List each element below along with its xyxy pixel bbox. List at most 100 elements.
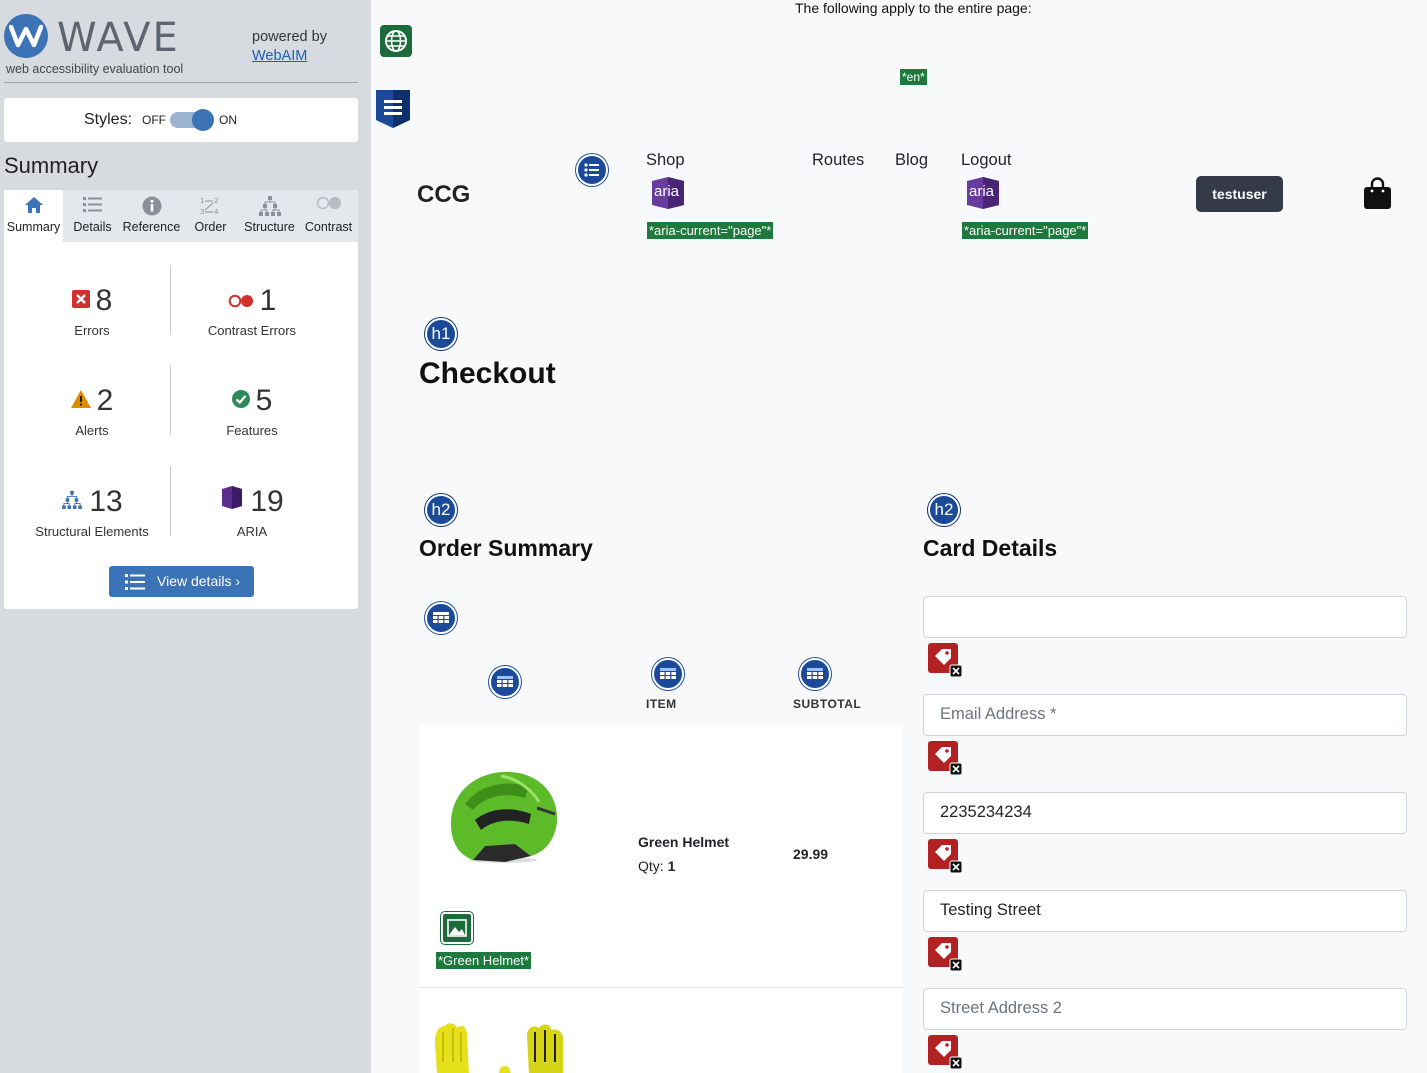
card-details-heading: Card Details <box>923 535 1058 561</box>
qty-label: Qty: <box>638 858 664 874</box>
tab-reference-label: Reference <box>122 220 181 234</box>
list-region-icon[interactable] <box>576 154 608 186</box>
nav-blog[interactable]: Blog <box>895 151 928 170</box>
card-field-1[interactable] <box>923 596 1407 638</box>
svg-text:1: 1 <box>200 197 204 205</box>
order-summary-heading: Order Summary <box>419 535 593 561</box>
missing-label-error-icon[interactable] <box>928 937 962 971</box>
aria-stat[interactable]: 19 ARIA <box>172 485 332 539</box>
shopping-bag-icon[interactable] <box>1364 177 1391 214</box>
webaim-link[interactable]: WebAIM <box>252 48 307 64</box>
styles-off-label: OFF <box>142 113 166 127</box>
missing-label-error-icon[interactable] <box>928 643 962 677</box>
home-icon <box>4 190 63 220</box>
tab-details[interactable]: Details <box>63 190 122 242</box>
contrast-errors-stat[interactable]: 1 Contrast Errors <box>172 284 332 338</box>
info-icon <box>122 190 181 220</box>
structural-count: 13 <box>89 485 123 518</box>
errors-label: Errors <box>74 323 110 339</box>
aria-icon-text: aria <box>969 183 995 200</box>
view-details-button[interactable]: View details › <box>109 566 254 597</box>
email-field[interactable]: Email Address * <box>923 694 1407 736</box>
table-header-icon[interactable] <box>489 666 521 698</box>
page-title: Checkout <box>419 357 556 390</box>
powered-by-text: powered by <box>252 29 327 45</box>
phone-field[interactable]: 2235234234 <box>923 792 1407 834</box>
styles-on-label: ON <box>219 113 237 127</box>
wave-logo-text: WAVE <box>57 15 180 61</box>
tab-contrast[interactable]: Contrast <box>299 190 358 242</box>
column-header-subtotal: SUBTOTAL <box>793 697 862 711</box>
missing-label-error-icon[interactable] <box>928 741 962 775</box>
svg-text:3: 3 <box>200 208 204 216</box>
brand-logo[interactable]: CCG <box>417 181 470 209</box>
structural-stat[interactable]: 13 Structural Elements <box>12 485 172 539</box>
aria-icon[interactable]: aria <box>967 177 999 209</box>
nav-shop[interactable]: Shop <box>646 151 685 170</box>
order-icon: 1 2 3 4 <box>181 190 240 220</box>
features-stat[interactable]: 5 Features <box>172 384 332 438</box>
styles-label: Styles: <box>84 111 133 128</box>
errors-stat[interactable]: 8 Errors <box>12 284 172 338</box>
table-icon[interactable] <box>425 602 457 634</box>
features-label: Features <box>226 423 278 439</box>
structure-icon <box>61 483 83 517</box>
summary-panel: 8 Errors 1 Contrast Errors 2 Alerts 5 Fe… <box>4 242 358 609</box>
tab-contrast-label: Contrast <box>304 220 353 234</box>
tab-details-label: Details <box>73 220 112 234</box>
image-alt-icon[interactable] <box>441 912 473 944</box>
aria-count: 19 <box>250 485 284 518</box>
tab-order-label: Order <box>194 220 227 234</box>
alt-text-label: *Green Helmet* <box>435 951 533 970</box>
row-divider <box>419 987 903 988</box>
alerts-count: 2 <box>96 384 114 417</box>
table-header-icon[interactable] <box>652 658 684 690</box>
product-image-green-helmet[interactable] <box>445 764 561 869</box>
language-icon[interactable] <box>380 25 412 57</box>
contrast-errors-label: Contrast Errors <box>207 323 297 339</box>
aria-icon[interactable]: aria <box>652 177 684 209</box>
order-table: ITEM SUBTOTAL Green Helmet Qty: 1 29.99 … <box>419 598 903 1073</box>
divider <box>4 82 358 83</box>
user-menu-button[interactable]: testuser <box>1196 176 1283 212</box>
product-name: Green Helmet <box>638 834 730 850</box>
nav-routes[interactable]: Routes <box>812 151 864 170</box>
tab-reference[interactable]: Reference <box>122 190 181 242</box>
table-header-icon[interactable] <box>799 658 831 690</box>
error-icon <box>71 282 90 316</box>
navigation-region-icon[interactable] <box>376 90 410 128</box>
contrast-error-icon <box>228 282 254 316</box>
list-icon <box>125 574 145 590</box>
page-apply-note: The following apply to the entire page: <box>795 0 1032 16</box>
h1-badge[interactable]: h1 <box>425 318 457 350</box>
tab-summary-label: Summary <box>6 220 61 234</box>
table-row: Green Helmet Qty: 1 29.99 *Green Helmet* <box>419 724 903 988</box>
column-header-item: ITEM <box>646 697 677 711</box>
aria-current-label: *aria-current="page"* <box>646 221 775 240</box>
h2-badge[interactable]: h2 <box>928 494 960 526</box>
tab-summary[interactable]: Summary <box>4 190 63 242</box>
features-count: 5 <box>255 384 273 417</box>
qty-value: 1 <box>667 858 676 874</box>
missing-label-error-icon[interactable] <box>928 839 962 873</box>
styles-toggle[interactable] <box>170 109 214 131</box>
product-image-yellow-gloves[interactable] <box>433 1022 567 1073</box>
missing-label-error-icon[interactable] <box>928 1035 962 1069</box>
list-icon <box>63 190 122 220</box>
wave-sidebar: WAVE web accessibility evaluation tool p… <box>0 0 371 1073</box>
nav-logout[interactable]: Logout <box>961 151 1011 170</box>
street-address-2-field[interactable]: Street Address 2 <box>923 988 1407 1030</box>
aria-label: ARIA <box>236 524 268 540</box>
view-details-label: View details › <box>157 573 241 589</box>
tab-structure[interactable]: Structure <box>240 190 299 242</box>
h2-badge[interactable]: h2 <box>425 494 457 526</box>
feature-check-icon <box>231 382 250 416</box>
wave-logo-icon <box>4 14 48 58</box>
street-address-field[interactable]: Testing Street <box>923 890 1407 932</box>
alerts-stat[interactable]: 2 Alerts <box>12 384 172 438</box>
tab-structure-label: Structure <box>244 220 295 234</box>
errors-count: 8 <box>95 284 113 317</box>
tab-order[interactable]: 1 2 3 4 Order <box>181 190 240 242</box>
product-qty: Qty: 1 <box>638 858 675 874</box>
contrast-icon <box>299 190 358 220</box>
